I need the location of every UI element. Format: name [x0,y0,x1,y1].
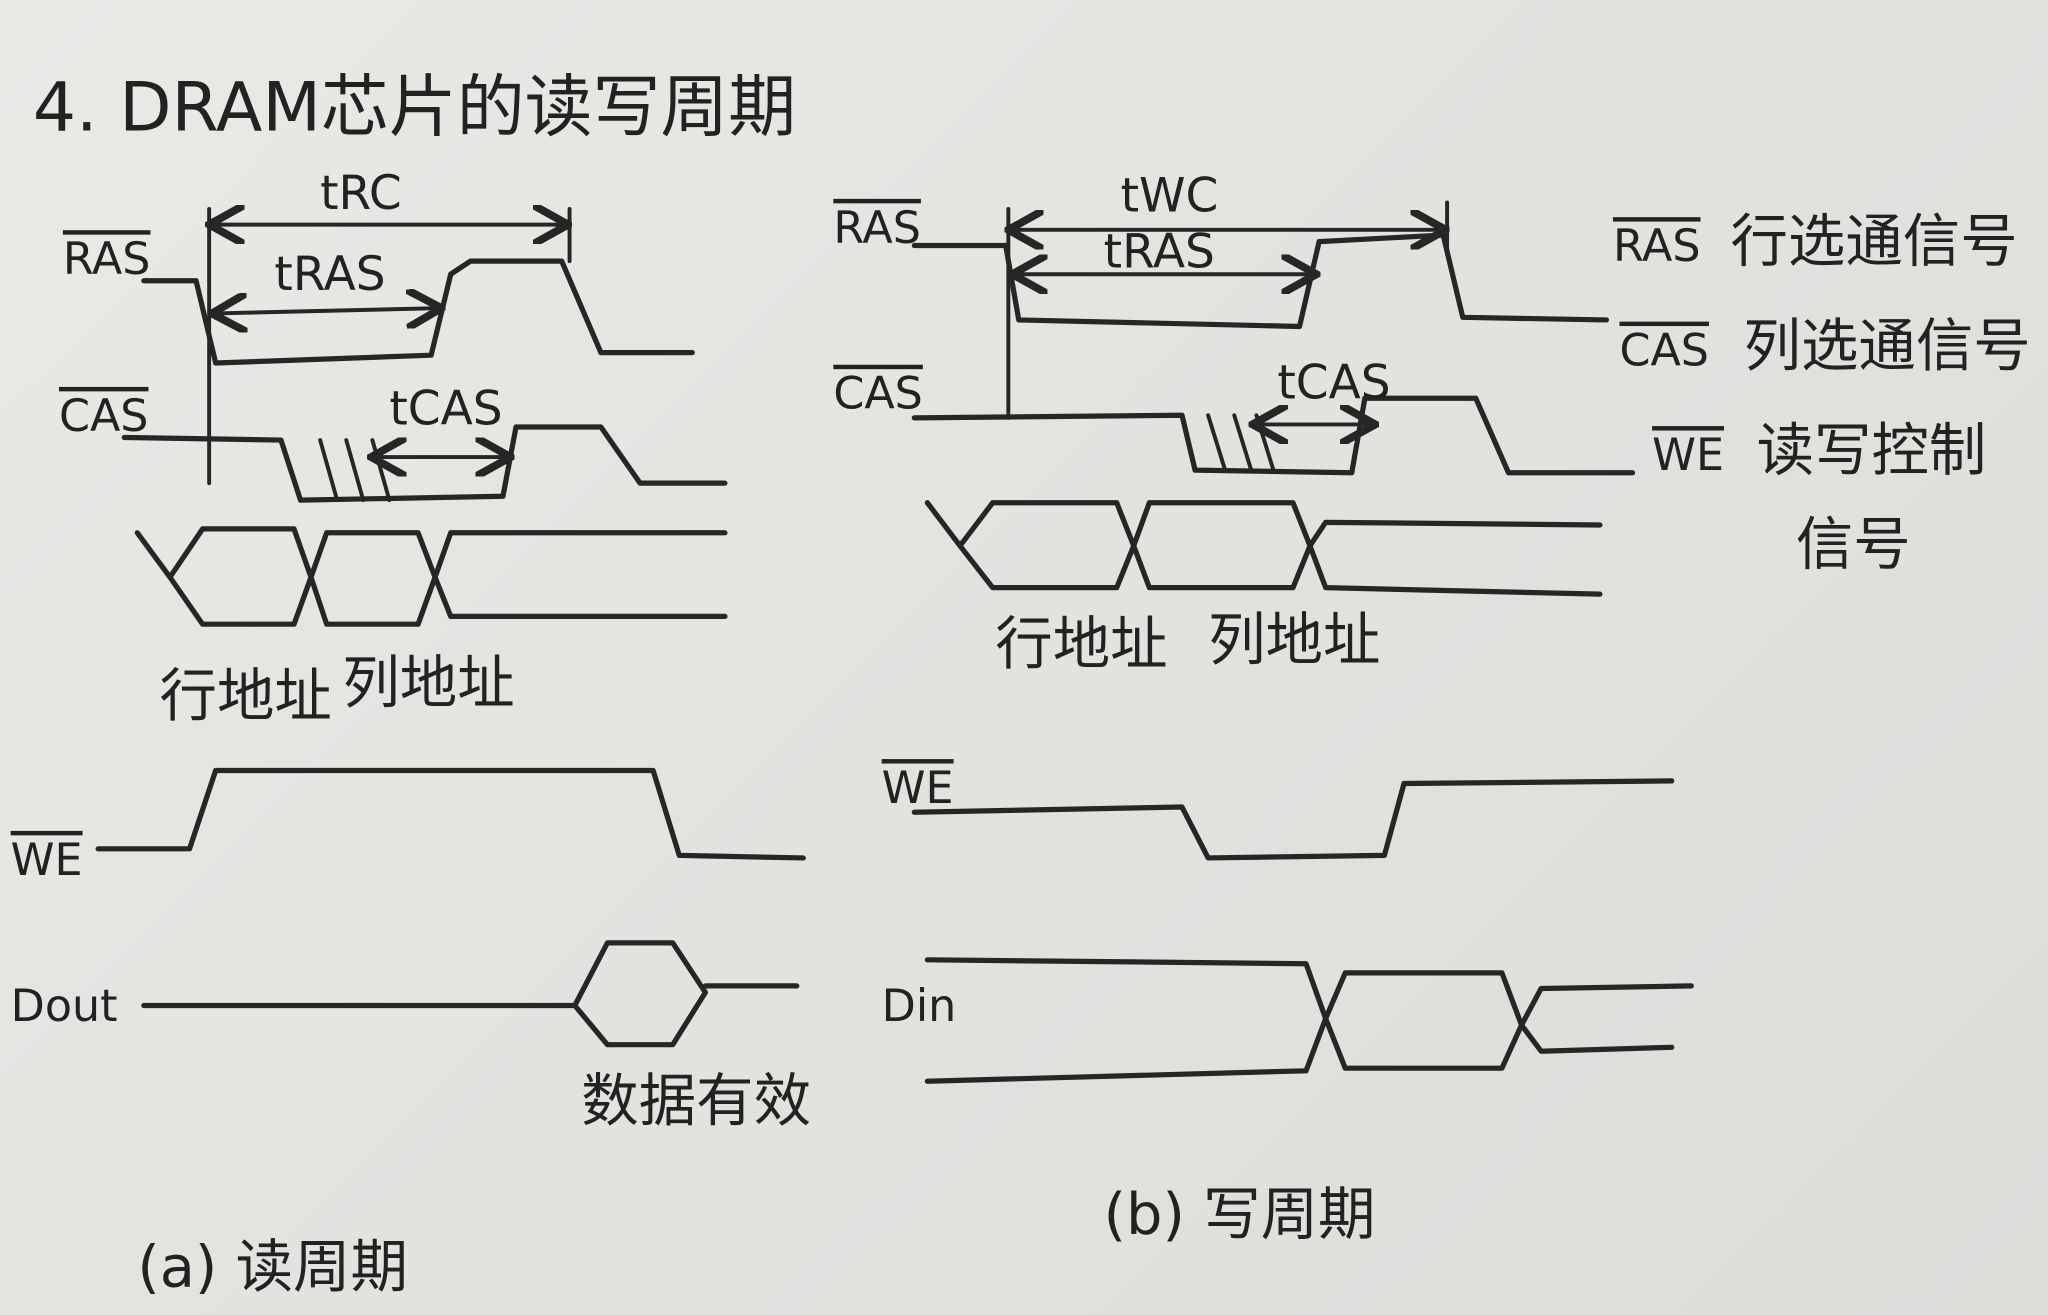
timing-diagram: 4. DRAM芯片的读写周期 RAS tRC tRAS CAS tCAS 行地址… [11,69,2031,1301]
write-col-address-label: 列地址 [1208,606,1380,673]
write-ras-label: RAS [833,203,921,254]
read-row-address-label: 行地址 [160,663,332,730]
write-we-waveform [911,778,1675,861]
write-twc-label: tWC [1121,169,1219,224]
legend-we-desc-line2: 信号 [1796,511,1911,578]
read-trc-label: tRC [320,166,402,221]
legend-cas-signal: CAS [1619,326,1709,377]
read-ras-label: RAS [63,234,151,285]
read-tras-arrow [216,308,438,313]
read-cycle: RAS tRC tRAS CAS tCAS 行地址 列地址 WE Dout 数据… [11,166,811,1300]
write-tcas-label: tCAS [1277,355,1390,410]
read-we-label: WE [11,835,83,886]
write-tras-label: tRAS [1104,225,1215,280]
legend-we-signal: WE [1652,430,1724,481]
write-we-label: WE [882,763,954,814]
write-cycle-caption: (b) 写周期 [1104,1181,1376,1248]
legend-cas-desc: 列选通信号 [1744,313,2031,380]
write-cas-label: CAS [833,369,923,420]
write-cas-waveform [911,395,1636,476]
read-cas-hatch [318,438,392,503]
read-cas-waveform [121,424,728,503]
write-ras-waveform [911,232,1610,330]
read-cas-label: CAS [59,391,149,442]
legend-we-desc: 读写控制 [1757,417,1987,484]
write-din-bus [924,957,1694,1084]
read-address-bus [134,526,728,627]
read-cycle-caption: (a) 读周期 [137,1233,408,1300]
legend-ras-signal: RAS [1613,221,1701,272]
signal-legend: RAS 行选通信号 CAS 列选通信号 WE 读写控制 信号 [1613,208,2031,578]
data-valid-label: 数据有效 [581,1067,811,1134]
read-dout-label: Dout [11,981,118,1032]
write-address-bus [924,500,1603,597]
read-tcas-label: tCAS [389,381,502,436]
read-tras-label: tRAS [274,247,385,302]
write-din-label: Din [882,981,957,1032]
timing-diagram-photo: 4. DRAM芯片的读写周期 RAS tRC tRAS CAS tCAS 行地址… [0,0,2048,1315]
legend-ras-desc: 行选通信号 [1730,208,2017,275]
write-row-address-label: 行地址 [995,610,1167,677]
page-title: 4. DRAM芯片的读写周期 [33,69,796,148]
read-col-address-label: 列地址 [342,650,514,717]
read-we-waveform [95,767,806,861]
read-dout-waveform [141,940,800,1048]
write-cycle: RAS tWC tRAS CAS tCAS 行地址 列地址 WE Din (b)… [833,169,1694,1248]
